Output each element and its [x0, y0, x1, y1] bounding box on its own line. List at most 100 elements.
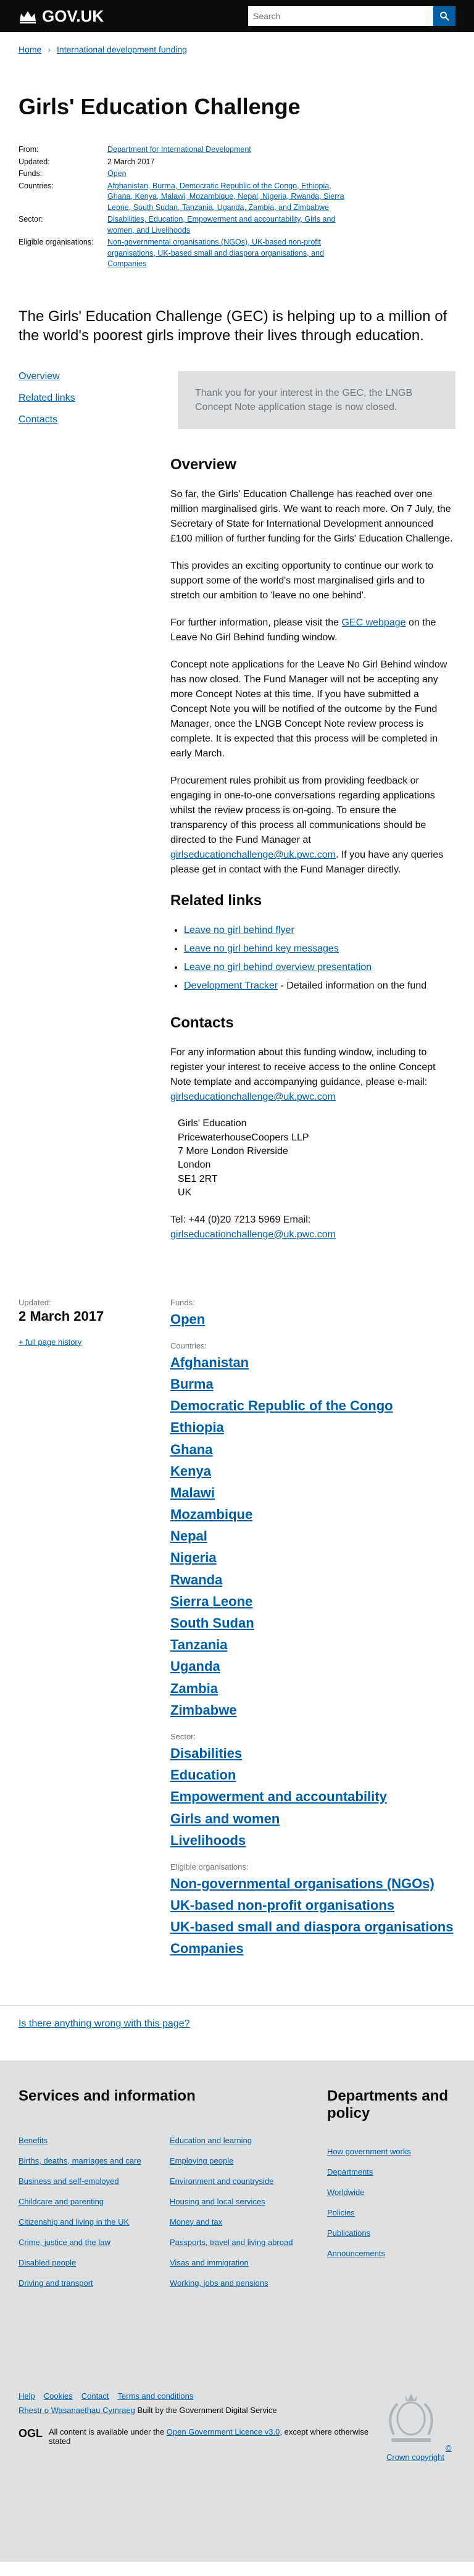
meta-sector-value[interactable]: Disabilities, Education, Empowerment and… [107, 214, 348, 236]
search-input[interactable] [248, 6, 433, 26]
related-link-overview-presentation[interactable]: Leave no girl behind overview presentati… [184, 962, 372, 972]
country-link[interactable]: Kenya [170, 1460, 455, 1482]
eligible-orgs-list: Eligible organisations: Non-governmental… [170, 1862, 455, 1960]
fund-manager-email-link[interactable]: girlseducationchallenge@uk.pwc.com [170, 850, 336, 860]
text: - Detailed information on the fund [278, 981, 427, 992]
country-link[interactable]: Uganda [170, 1655, 455, 1677]
country-link[interactable]: South Sudan [170, 1612, 455, 1634]
country-link[interactable]: Zimbabwe [170, 1699, 455, 1721]
overview-heading: Overview [170, 456, 236, 474]
overview-paragraph: For further information, please visit th… [170, 616, 455, 645]
nav-link-contacts[interactable]: Contacts [19, 414, 57, 425]
related-link-development-tracker[interactable]: Development Tracker [184, 981, 278, 991]
country-link[interactable]: Nigeria [170, 1547, 455, 1568]
full-page-history-link[interactable]: + full page history [19, 1337, 81, 1347]
country-link[interactable]: Mozambique [170, 1503, 455, 1525]
country-link[interactable]: Burma [170, 1373, 455, 1395]
country-link[interactable]: Tanzania [170, 1634, 455, 1655]
closed-notice: Thank you for your interest in the GEC, … [178, 370, 455, 430]
contact-link[interactable]: Contact [81, 2391, 109, 2401]
cookies-link[interactable]: Cookies [44, 2391, 73, 2401]
footer-link[interactable]: Worldwide [327, 2188, 364, 2197]
footer-link[interactable]: Publications [327, 2228, 370, 2238]
contact-email-link[interactable]: girlseducationchallenge@uk.pwc.com [170, 1229, 336, 1240]
nav-link-overview[interactable]: Overview [19, 371, 60, 382]
nav-link-related-links[interactable]: Related links [19, 393, 75, 403]
search-form [248, 6, 455, 26]
sector-link[interactable]: Education [170, 1764, 455, 1786]
services-heading: Services and information [19, 2087, 196, 2104]
govuk-logo[interactable]: GOV.UK [19, 7, 104, 26]
meta-eligible-orgs-value[interactable]: Non-governmental organisations (NGOs), U… [107, 237, 348, 270]
text: For any information about this funding w… [170, 1047, 436, 1088]
contact-email-link[interactable]: girlseducationchallenge@uk.pwc.com [170, 1092, 336, 1102]
sector-link[interactable]: Empowerment and accountability [170, 1786, 455, 1807]
funds-link[interactable]: Open [170, 1311, 205, 1327]
org-link[interactable]: UK-based small and diaspora organisation… [170, 1916, 455, 1938]
footer-link[interactable]: Childcare and parenting [19, 2197, 104, 2206]
footer-link[interactable]: Announcements [327, 2249, 385, 2258]
country-link[interactable]: Rwanda [170, 1569, 455, 1591]
countries-label: Countries: [170, 1340, 207, 1350]
meta-updated-label: Updated: [19, 157, 50, 166]
built-by-text: Built by the Government Digital Service [137, 2405, 277, 2415]
meta-countries-label: Countries: [19, 181, 54, 190]
sector-link[interactable]: Livelihoods [170, 1830, 455, 1851]
org-link[interactable]: Non-governmental organisations (NGOs) [170, 1873, 455, 1894]
address-line: London [178, 1160, 211, 1171]
org-link[interactable]: Companies [170, 1938, 455, 1959]
footer-link[interactable]: Money and tax [170, 2217, 222, 2227]
country-link[interactable]: Malawi [170, 1482, 455, 1503]
terms-link[interactable]: Terms and conditions [118, 2391, 194, 2401]
footer-link[interactable]: How government works [327, 2147, 411, 2156]
org-link[interactable]: UK-based non-profit organisations [170, 1894, 455, 1916]
licence-link[interactable]: Open Government Licence v3.0 [167, 2427, 280, 2436]
footer-link[interactable]: Education and learning [170, 2136, 252, 2145]
country-link[interactable]: Zambia [170, 1678, 455, 1699]
footer-link[interactable]: Visas and immigration [170, 2258, 249, 2267]
welsh-services-link[interactable]: Rhestr o Wasanaethau Cymraeg [19, 2406, 135, 2415]
footer-link[interactable]: Environment and countryside [170, 2177, 273, 2186]
related-link-flyer[interactable]: Leave no girl behind flyer [184, 925, 294, 935]
footer-link[interactable]: Business and self-employed [19, 2177, 119, 2186]
address-line: SE1 2RT [178, 1173, 218, 1184]
help-link[interactable]: Help [19, 2391, 35, 2401]
crown-copyright-link[interactable]: © Crown copyright [386, 2443, 452, 2462]
overview-paragraph: Concept note applications for the Leave … [170, 659, 447, 759]
meta-funds-value[interactable]: Open [107, 169, 348, 180]
report-problem-link[interactable]: Is there anything wrong with this page? [19, 2018, 190, 2029]
text: For further information, please visit th… [170, 617, 342, 629]
gec-webpage-link[interactable]: GEC webpage [341, 617, 405, 628]
sector-link[interactable]: Disabilities [170, 1742, 455, 1764]
overview-paragraph: This provides an exciting opportunity to… [170, 561, 434, 601]
related-link-key-messages[interactable]: Leave no girl behind key messages [184, 943, 339, 954]
meta-countries-value[interactable]: Afghanistan, Burma, Democratic Republic … [107, 181, 348, 214]
ogl-logo: OGL [19, 2427, 43, 2440]
footer-link[interactable]: Benefits [19, 2136, 48, 2145]
country-link[interactable]: Nepal [170, 1525, 455, 1547]
sector-link[interactable]: Girls and women [170, 1808, 455, 1830]
search-button[interactable] [433, 6, 455, 26]
country-link[interactable]: Afghanistan [170, 1352, 455, 1373]
breadcrumb-home[interactable]: Home [19, 44, 41, 54]
footer-link[interactable]: Employing people [170, 2156, 233, 2165]
services-list: Education and learning Employing people … [170, 2136, 321, 2299]
footer-link[interactable]: Citizenship and living in the UK [19, 2217, 129, 2227]
footer-link[interactable]: Working, jobs and pensions [170, 2278, 268, 2288]
footer-link[interactable]: Disabled people [19, 2258, 76, 2267]
footer-link[interactable]: Passports, travel and living abroad [170, 2238, 293, 2247]
country-link[interactable]: Democratic Republic of the Congo [170, 1395, 455, 1416]
crown-icon [20, 11, 36, 23]
country-link[interactable]: Ethiopia [170, 1416, 455, 1438]
footer-link[interactable]: Crime, justice and the law [19, 2238, 110, 2247]
footer-link[interactable]: Housing and local services [170, 2197, 265, 2206]
list-item: Leave no girl behind overview presentati… [184, 960, 455, 975]
breadcrumb-international-development-funding[interactable]: International development funding [57, 44, 187, 54]
footer-link[interactable]: Driving and transport [19, 2278, 93, 2288]
country-link[interactable]: Ghana [170, 1439, 455, 1460]
meta-from-value[interactable]: Department for International Development [107, 144, 348, 156]
footer-link[interactable]: Departments [327, 2167, 373, 2177]
footer-link[interactable]: Births, deaths, marriages and care [19, 2156, 141, 2165]
country-link[interactable]: Sierra Leone [170, 1591, 455, 1612]
footer-link[interactable]: Policies [327, 2208, 355, 2217]
